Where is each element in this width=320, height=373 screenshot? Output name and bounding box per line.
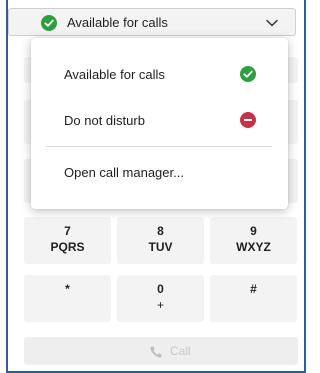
key-digit: *	[65, 282, 70, 296]
minus-circle-icon	[240, 112, 256, 128]
key-letters: +	[156, 298, 164, 312]
menu-action-label: Open call manager...	[64, 165, 184, 180]
key-digit: 7	[64, 224, 71, 238]
key-digit: 0	[157, 282, 164, 296]
key-9[interactable]: 9 WXYZ	[210, 217, 297, 264]
chevron-down-icon	[266, 19, 278, 27]
status-label: Available for calls	[67, 15, 168, 30]
status-selector[interactable]: Available for calls	[8, 8, 296, 36]
key-hash[interactable]: #	[210, 275, 297, 322]
key-0[interactable]: 0 +	[117, 275, 204, 322]
check-circle-icon	[240, 66, 256, 82]
menu-item-label: Do not disturb	[64, 113, 145, 128]
key-letters: TUV	[148, 240, 173, 254]
menu-item-do-not-disturb[interactable]: Do not disturb	[31, 106, 288, 134]
key-digit: 8	[157, 224, 164, 238]
key-star[interactable]: *	[24, 275, 111, 322]
key-digit: 9	[250, 224, 257, 238]
key-letters: WXYZ	[236, 240, 271, 254]
menu-item-available[interactable]: Available for calls	[31, 60, 288, 88]
status-menu: Available for calls Do not disturb Open …	[31, 38, 288, 209]
call-label: Call	[170, 344, 191, 358]
key-digit: #	[250, 282, 257, 296]
key-letters: PQRS	[50, 240, 85, 254]
phone-icon	[150, 346, 162, 358]
call-button[interactable]: Call	[24, 337, 298, 365]
check-circle-icon	[41, 15, 57, 31]
open-call-manager-item[interactable]: Open call manager...	[31, 158, 288, 186]
key-7[interactable]: 7 PQRS	[24, 217, 111, 264]
key-8[interactable]: 8 TUV	[117, 217, 204, 264]
menu-divider	[46, 146, 272, 147]
menu-item-label: Available for calls	[64, 67, 165, 82]
